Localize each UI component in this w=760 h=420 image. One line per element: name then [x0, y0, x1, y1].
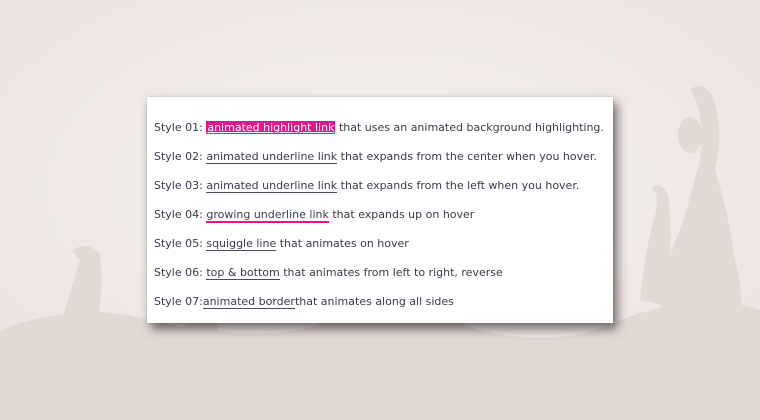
style-description: that uses an animated background highlig… [338, 121, 604, 134]
style-label: Style 06: [154, 266, 203, 279]
style-row-07: Style 07:animated borderthat animates al… [154, 295, 454, 309]
top-bottom-link[interactable]: top & bottom [206, 266, 280, 280]
style-label: Style 02: [154, 150, 203, 163]
style-label: Style 03: [154, 179, 203, 192]
animated-highlight-link[interactable]: animated highlight link [206, 121, 336, 134]
style-description: that expands up on hover [332, 208, 475, 221]
style-row-02: Style 02: animated underline link that e… [154, 150, 597, 164]
style-row-06: Style 06: top & bottom that animates fro… [154, 266, 503, 280]
style-row-03: Style 03: animated underline link that e… [154, 179, 580, 193]
link-styles-card: Style 01: animated highlight link that u… [147, 97, 613, 323]
style-row-05: Style 05: squiggle line that animates on… [154, 237, 409, 251]
style-row-04: Style 04: growing underline link that ex… [154, 208, 475, 223]
style-label: Style 01: [154, 121, 203, 134]
style-row-01: Style 01: animated highlight link that u… [154, 121, 604, 134]
style-description: that animates from left to right, revers… [283, 266, 503, 279]
style-description: that animates along all sides [294, 295, 454, 308]
growing-underline-link[interactable]: growing underline link [206, 208, 329, 223]
squiggle-line-link[interactable]: squiggle line [206, 237, 277, 251]
style-description: that expands from the center when you ho… [340, 150, 597, 163]
style-description: that animates on hover [279, 237, 409, 250]
style-label: Style 05: [154, 237, 203, 250]
animated-underline-center-link[interactable]: animated underline link [206, 150, 338, 164]
animated-border-link[interactable]: animated border [202, 295, 295, 309]
animated-underline-left-link[interactable]: animated underline link [206, 179, 338, 193]
style-label: Style 07: [154, 295, 203, 308]
style-label: Style 04: [154, 208, 203, 221]
style-description: that expands from the left when you hove… [340, 179, 580, 192]
